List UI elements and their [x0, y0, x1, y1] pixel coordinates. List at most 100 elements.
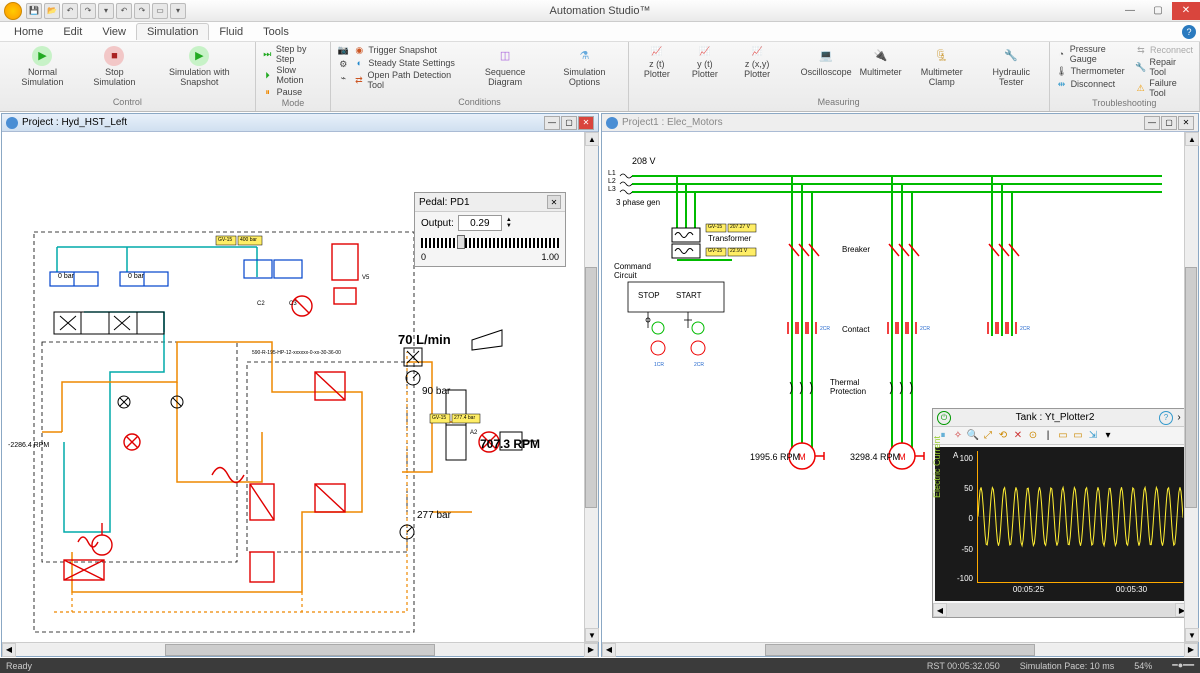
pane-r-scrollbar-h[interactable]: ◀▶: [602, 642, 1198, 656]
plotter-widget[interactable]: ⏻ Tank : Yt_Plotter2 ? › ⏸ ✧ 🔍 ⤢ ⟲ ✕ ⊙ |…: [932, 408, 1190, 618]
tab-view[interactable]: View: [92, 24, 136, 40]
plotter-sep: |: [1041, 429, 1055, 443]
pane-hydraulic-header[interactable]: Project : Hyd_HST_Left — ▢ ✕: [2, 114, 598, 132]
plotter-power-icon[interactable]: ⏻: [937, 411, 951, 425]
settings-icon[interactable]: ⚙: [337, 58, 349, 70]
steady-state-button[interactable]: ◐Steady State Settings: [353, 57, 463, 69]
pedal-output-label: Output:: [421, 218, 454, 229]
trigger-snapshot-button[interactable]: ◉Trigger Snapshot: [353, 44, 463, 56]
pane-electrical-header[interactable]: Project1 : Elec_Motors — ▢ ✕: [602, 114, 1198, 132]
plotter-cursor-icon[interactable]: ✧: [951, 429, 965, 443]
tab-tools[interactable]: Tools: [253, 24, 299, 40]
qat-open-icon[interactable]: 📂: [44, 3, 60, 19]
pane-l-scrollbar-v[interactable]: ▲▼: [584, 132, 598, 642]
rpm-readout: 707.3 RPM: [480, 437, 540, 451]
disconnect-button[interactable]: ⇹Disconnect: [1056, 78, 1131, 90]
pedal-widget[interactable]: Pedal: PD1 ✕ Output: ▲▼ 01.00: [414, 192, 566, 267]
thermometer-button[interactable]: 🌡Thermometer: [1056, 65, 1131, 77]
hydraulic-tester-button[interactable]: 🔧Hydraulic Tester: [980, 44, 1043, 90]
pane-r-max-button[interactable]: ▢: [1161, 116, 1177, 130]
pedal-slider[interactable]: [421, 238, 559, 248]
pane-r-scrollbar-v[interactable]: ▲▼: [1184, 132, 1198, 642]
failure-tool-button[interactable]: ⚠Failure Tool: [1135, 78, 1193, 98]
stop-sim-button[interactable]: ■Stop Simulation: [83, 44, 146, 90]
pedal-header[interactable]: Pedal: PD1 ✕: [415, 193, 565, 212]
slow-motion-button[interactable]: ⏵Slow Motion: [262, 65, 325, 85]
sim-snapshot-button[interactable]: ▶Simulation with Snapshot: [150, 44, 249, 90]
reconnect-button[interactable]: ⇆Reconnect: [1135, 44, 1193, 56]
normal-sim-button[interactable]: ▶Normal Simulation: [6, 44, 79, 90]
clamp-button[interactable]: 🗜Multimeter Clamp: [908, 44, 976, 90]
status-zoom-slider[interactable]: ━●━━: [1172, 660, 1194, 671]
snapshot-icon[interactable]: 📷: [337, 44, 349, 56]
qat-dropdown2-icon[interactable]: ▾: [170, 3, 186, 19]
help-icon[interactable]: ?: [1182, 25, 1196, 39]
plotter-zoom-icon[interactable]: 🔍: [966, 429, 980, 443]
yt-plotter-button[interactable]: 📈y (t) Plotter: [683, 44, 727, 82]
plotter-dropdown-icon[interactable]: ▾: [1101, 429, 1115, 443]
openpath-icon[interactable]: ⌁: [337, 72, 349, 84]
status-ready: Ready: [6, 661, 32, 671]
maximize-button[interactable]: ▢: [1144, 2, 1172, 20]
repair-tool-button[interactable]: 🔧Repair Tool: [1135, 57, 1193, 77]
pane-l-scrollbar-h[interactable]: ◀▶: [2, 642, 598, 656]
pane-hydraulic: Project : Hyd_HST_Left — ▢ ✕: [1, 113, 599, 657]
step-by-step-button[interactable]: ⏭Step by Step: [262, 44, 325, 64]
tab-home[interactable]: Home: [4, 24, 53, 40]
plotter-tag1-icon[interactable]: ▭: [1056, 429, 1070, 443]
pane-r-close-button[interactable]: ✕: [1178, 116, 1194, 130]
qat-redo2-icon[interactable]: ↷: [134, 3, 150, 19]
plotter-reset-icon[interactable]: ⟲: [996, 429, 1010, 443]
qat-save-icon[interactable]: 💾: [26, 3, 42, 19]
plotter-tag2-icon[interactable]: ▭: [1071, 429, 1085, 443]
pgauge-label: Pressure Gauge: [1070, 44, 1131, 64]
minimize-button[interactable]: —: [1116, 2, 1144, 20]
tab-fluid[interactable]: Fluid: [209, 24, 253, 40]
close-button[interactable]: ✕: [1172, 2, 1200, 20]
tab-edit[interactable]: Edit: [53, 24, 92, 40]
status-rst: RST 00:05:32.050: [927, 661, 1000, 671]
zt-plotter-button[interactable]: 📈z (t) Plotter: [635, 44, 679, 82]
multimeter-button[interactable]: 🔌Multimeter: [858, 44, 904, 80]
open-path-button[interactable]: ⇄Open Path Detection Tool: [353, 70, 463, 90]
zxy-plotter-button[interactable]: 📈z (x,y) Plotter: [731, 44, 783, 82]
pane-hydraulic-title: Project : Hyd_HST_Left: [22, 117, 127, 128]
sequence-diagram-button[interactable]: ◫Sequence Diagram: [467, 44, 543, 90]
tab-simulation[interactable]: Simulation: [136, 23, 209, 40]
plotter-plot-area: [977, 451, 1183, 583]
plotter-scrollbar[interactable]: ◀ ▶: [933, 603, 1189, 617]
plotter-sb-left[interactable]: ◀: [933, 603, 947, 617]
pedal-close-button[interactable]: ✕: [547, 195, 561, 209]
pedal-slider-thumb[interactable]: [457, 235, 465, 249]
pause-button[interactable]: ⏸Pause: [262, 86, 325, 98]
plotter-fit-icon[interactable]: ⤢: [981, 429, 995, 443]
tag1-val: 400 bar: [240, 237, 257, 243]
l2-label: L2: [608, 178, 616, 185]
pressure-gauge-button[interactable]: ◔Pressure Gauge: [1056, 44, 1131, 64]
qat-undo-icon[interactable]: ↶: [62, 3, 78, 19]
plotter-header[interactable]: ⏻ Tank : Yt_Plotter2 ? ›: [933, 409, 1189, 427]
qat-dropdown-icon[interactable]: ▾: [98, 3, 114, 19]
pane-r-min-button[interactable]: —: [1144, 116, 1160, 130]
gauge0a: 0 bar: [58, 273, 74, 280]
pedal-output-input[interactable]: [458, 215, 502, 231]
hydraulic-canvas[interactable]: 70 L/min 90 bar 707.3 RPM 277 bar -2286.…: [2, 132, 598, 642]
pane-min-button[interactable]: —: [544, 116, 560, 130]
qat-select-icon[interactable]: ▭: [152, 3, 168, 19]
pane-close-button[interactable]: ✕: [578, 116, 594, 130]
qat-redo-icon[interactable]: ↷: [80, 3, 96, 19]
pedal-title: Pedal: PD1: [419, 197, 470, 208]
pane-max-button[interactable]: ▢: [561, 116, 577, 130]
plotter-export-icon[interactable]: ⇲: [1086, 429, 1100, 443]
plotter-yaxis: A 100 50 0 -50 -100: [951, 451, 975, 583]
plotter-help-icon[interactable]: ?: [1159, 411, 1173, 425]
sim-options-button[interactable]: ⚗Simulation Options: [547, 44, 622, 90]
plotter-clear-icon[interactable]: ✕: [1011, 429, 1025, 443]
plotter-target-icon[interactable]: ⊙: [1026, 429, 1040, 443]
electrical-canvas[interactable]: M M 2CR2CR2CR 1CR2CR 20: [602, 132, 1198, 642]
qat-undo2-icon[interactable]: ↶: [116, 3, 132, 19]
oscilloscope-button[interactable]: 💻Oscilloscope: [799, 44, 854, 80]
ribbon-mode-title: Mode: [262, 98, 325, 110]
simopt-label: Simulation Options: [549, 68, 620, 88]
pedal-step-down[interactable]: ▼: [506, 223, 512, 229]
